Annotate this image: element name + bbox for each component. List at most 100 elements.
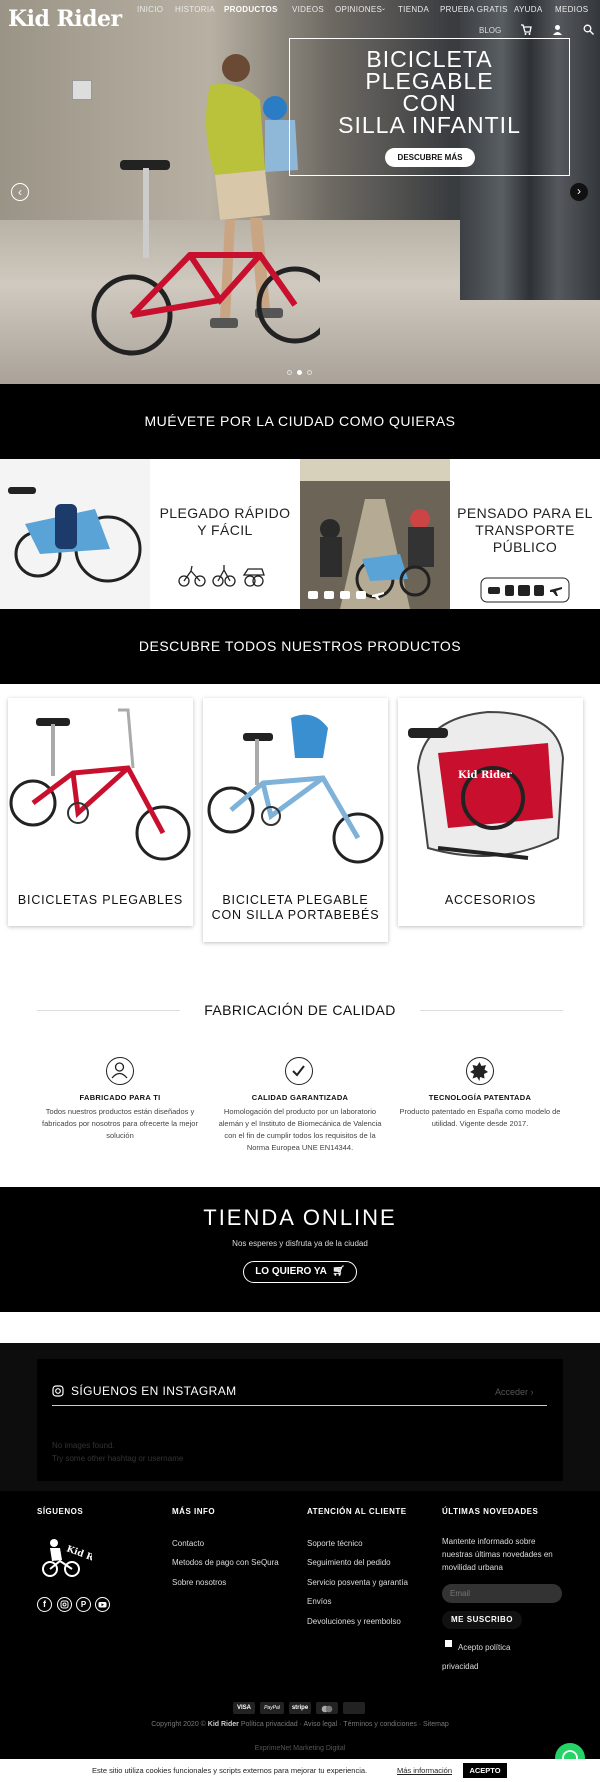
transport-icons (480, 577, 570, 603)
account-icon[interactable] (552, 24, 563, 35)
folded-bike-image (0, 459, 150, 609)
discover-more-button[interactable]: DESCUBRE MÁS (385, 148, 475, 167)
cookie-bar: Este sitio utiliza cookies funcionales y… (0, 1759, 600, 1782)
footer-link-payment[interactable]: Metodos de pago con SeQura (172, 1558, 279, 1567)
nav-inicio[interactable]: INICIO (137, 5, 163, 14)
hero-photo (91, 54, 320, 356)
youtube-icon[interactable] (95, 1597, 110, 1612)
user-profile-icon (106, 1057, 134, 1085)
nav-prueba-gratis[interactable]: PRUEBA GRATIS (440, 5, 508, 14)
slide-dot-1[interactable] (287, 370, 292, 375)
feature-folding-title: PLEGADO RÁPIDO Y FÁCIL (159, 505, 291, 538)
instagram-divider (52, 1405, 547, 1406)
product-title[interactable]: BICICLETAS PLEGABLES (8, 893, 193, 908)
copyright: Copyright 2020 © Kid Rider Política priv… (0, 1721, 600, 1728)
footer-news-text: Mantente informado sobre nuestras última… (442, 1537, 553, 1572)
nav-blog[interactable]: BLOG (479, 26, 501, 35)
nav-medios[interactable]: MEDIOS (555, 5, 588, 14)
shop-subtitle: Nos esperes y disfruta ya de la ciudad (232, 1239, 368, 1248)
footer-link-warranty[interactable]: Servicio posventa y garantía (307, 1578, 408, 1587)
bike-bag-image: Kid Rider (408, 710, 565, 860)
blue-bike-image (207, 714, 384, 864)
mastercard-icon (316, 1702, 338, 1714)
product-card-bike-with-seat[interactable]: BICICLETA PLEGABLE CON SILLA PORTABEBÉS (203, 698, 388, 942)
city-banner: MUÉVETE POR LA CIUDAD COMO QUIERAS (0, 384, 600, 459)
quality-item-title: FABRICADO PARA TI (79, 1093, 161, 1102)
footer-info-title: MÁS INFO (172, 1507, 216, 1516)
products-banner: DESCUBRE TODOS NUESTROS PRODUCTOS (0, 609, 600, 684)
product-card-accessories[interactable]: Kid Rider ACCESORIOS (398, 698, 583, 926)
instagram-section: SÍGUENOS EN INSTAGRAM Acceder › No image… (0, 1343, 600, 1491)
product-title[interactable]: ACCESORIOS (398, 893, 583, 908)
cookie-more-link[interactable]: Más información (397, 1766, 452, 1775)
credit-link[interactable]: ExprimeNet Marketing Digital (0, 1745, 600, 1752)
footer-link-returns[interactable]: Devoluciones y reembolso (307, 1617, 401, 1626)
instagram-title: SÍGUENOS EN INSTAGRAM (71, 1384, 237, 1398)
city-banner-title: MUÉVETE POR LA CIUDAD COMO QUIERAS (144, 413, 456, 429)
instagram-login-link[interactable]: Acceder › (495, 1387, 534, 1397)
quality-title: FABRICACIÓN DE CALIDAD (180, 1002, 420, 1018)
instagram-empty-text: No images found. (52, 1441, 115, 1450)
shop-now-label: LO QUIERO YA (255, 1266, 327, 1277)
visa-icon: VISA (233, 1702, 255, 1714)
nav-videos[interactable]: VIDEOS (292, 5, 324, 14)
facebook-icon[interactable]: f (37, 1597, 52, 1612)
footer-link-tracking[interactable]: Seguimiento del pedido (307, 1558, 391, 1567)
slide-dot-3[interactable] (307, 370, 312, 375)
quality-item-text: Homologación del producto por un laborat… (218, 1107, 382, 1152)
footer-logo[interactable]: Kid Rider (40, 1535, 92, 1579)
nav-productos[interactable]: PRODUCTOS (224, 5, 278, 14)
stripe-icon: stripe (289, 1702, 311, 1714)
privacy-label[interactable]: Acepto política privacidad (442, 1638, 542, 1676)
footer-link-about[interactable]: Sobre nosotros (172, 1578, 226, 1587)
newsletter-email-input[interactable] (442, 1584, 562, 1603)
footer-link-support[interactable]: Soporte técnico (307, 1539, 363, 1548)
feature-transport-title: PENSADO PARA EL TRANSPORTE PÚBLICO (457, 505, 593, 555)
quality-item-title: TECNOLOGÍA PATENTADA (428, 1093, 532, 1102)
cookie-text: Este sitio utiliza cookies funcionales y… (92, 1766, 368, 1775)
search-icon[interactable] (583, 24, 594, 35)
opiniones-chevron-down-icon: ⌄ (381, 6, 387, 12)
patent-seal-icon (466, 1057, 494, 1085)
amex-icon (343, 1702, 365, 1714)
productos-chevron-down-icon: ⌄ (274, 6, 280, 12)
hero-title: BICICLETA PLEGABLE CON SILLA INFANTIL (338, 46, 521, 138)
quality-item-title: CALIDAD GARANTIZADA (251, 1093, 349, 1102)
cookie-accept-button[interactable]: ACEPTO (463, 1763, 507, 1778)
nav-historia[interactable]: HISTORIA (175, 5, 215, 14)
footer-link-contact[interactable]: Contacto (172, 1539, 204, 1548)
pinterest-icon[interactable]: P (76, 1597, 91, 1612)
nav-tienda[interactable]: TIENDA (398, 5, 429, 14)
next-slide-arrow[interactable]: › (570, 183, 588, 201)
shop-banner: TIENDA ONLINE Nos esperes y disfruta ya … (0, 1187, 600, 1312)
checkmark-icon (285, 1057, 313, 1085)
nav-opiniones[interactable]: OPINIONES (335, 5, 382, 14)
footer-follow-title: SÍGUENOS (37, 1507, 84, 1516)
slide-dot-2[interactable] (297, 370, 302, 375)
copyright-brand: Kid Rider (207, 1721, 239, 1728)
footer-support-title: ATENCIÓN AL CLIENTE (307, 1507, 407, 1516)
cart-icon: 🛒︎ (329, 1266, 345, 1277)
red-bike-image (9, 708, 191, 861)
shop-title: TIENDA ONLINE (203, 1205, 397, 1230)
instagram-widget: SÍGUENOS EN INSTAGRAM Acceder › No image… (37, 1359, 563, 1481)
transport-icons-small (308, 591, 384, 600)
prev-slide-arrow[interactable]: ‹ (11, 183, 29, 201)
instagram-social-icon[interactable] (57, 1597, 72, 1612)
products-banner-title: DESCUBRE TODOS NUESTROS PRODUCTOS (138, 638, 462, 654)
site-logo[interactable]: Kid Rider (8, 6, 122, 32)
product-card-folding-bikes[interactable]: BICICLETAS PLEGABLES (8, 698, 193, 926)
shop-now-button[interactable]: LO QUIERO YA 🛒︎ (243, 1261, 357, 1283)
quality-item-text: Producto patentado en España como modelo… (399, 1107, 561, 1128)
copyright-prefix: Copyright 2020 © (151, 1721, 206, 1728)
quality-item-text: Todos nuestros productos están diseñados… (42, 1107, 198, 1140)
page: BICICLETA PLEGABLE CON SILLA INFANTIL DE… (0, 0, 600, 1782)
product-title[interactable]: BICICLETA PLEGABLE CON SILLA PORTABEBÉS (203, 893, 388, 923)
cart-icon[interactable] (520, 24, 532, 35)
subscribe-button[interactable]: ME SUSCRIBO (442, 1611, 522, 1629)
train-bike-image (300, 459, 450, 609)
footer-link-shipping[interactable]: Envíos (307, 1597, 331, 1606)
legal-links[interactable]: Política privacidad · Aviso legal · Térm… (241, 1721, 449, 1728)
nav-ayuda[interactable]: AYUDA (514, 5, 542, 14)
hero-slider: BICICLETA PLEGABLE CON SILLA INFANTIL DE… (0, 0, 600, 384)
